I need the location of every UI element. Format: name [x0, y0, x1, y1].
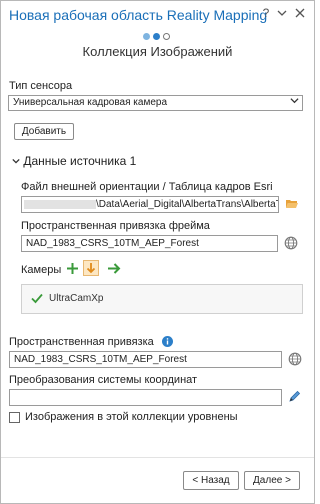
frame-spatial-ref-label: Пространственная привязка фрейма — [21, 220, 210, 232]
globe-icon[interactable] — [284, 236, 298, 253]
step-indicator — [143, 33, 170, 40]
step-dot-2 — [153, 33, 160, 40]
source-section-title: Данные источника 1 — [23, 154, 137, 168]
globe-icon[interactable] — [288, 352, 302, 369]
step-title: Коллекция Изображений — [82, 44, 233, 59]
leveled-checkbox[interactable] — [9, 411, 20, 423]
dialog-window: Новая рабочая область Reality Mapping ? … — [0, 0, 315, 504]
sensor-type-label: Тип сенсора — [9, 80, 73, 92]
redacted-path-segment — [24, 199, 96, 209]
pencil-icon[interactable] — [288, 390, 301, 406]
orientation-file-value: \Data\Aerial_Digital\AlbertaTrans\Albert… — [96, 199, 279, 210]
chevron-down-icon — [290, 96, 299, 108]
help-button[interactable]: ? — [259, 6, 273, 20]
spatial-ref-label: Пространственная привязка — [9, 336, 173, 350]
cameras-label: Камеры — [21, 264, 62, 276]
arrow-right-icon[interactable] — [107, 262, 121, 278]
camera-item[interactable]: UltraCamXp — [49, 293, 103, 304]
back-button[interactable]: < Назад — [183, 471, 239, 490]
folder-open-icon[interactable] — [285, 197, 299, 213]
orientation-file-label: Файл внешней ориентации / Таблица кадров… — [21, 181, 273, 193]
add-camera-icon[interactable] — [66, 262, 79, 278]
checkmark-icon — [31, 293, 43, 307]
window-title: Новая рабочая область Reality Mapping — [9, 7, 268, 23]
next-button[interactable]: Далее > — [244, 471, 300, 490]
step-dot-1 — [143, 33, 150, 40]
step-dot-3 — [163, 33, 170, 40]
sensor-type-value: Универсальная кадровая камера — [13, 97, 168, 108]
sensor-type-select[interactable]: Универсальная кадровая камера — [8, 95, 303, 111]
close-icon[interactable] — [293, 7, 307, 21]
footer-divider — [1, 457, 314, 458]
spatial-ref-label-text: Пространственная привязка — [9, 336, 154, 348]
camera-list: UltraCamXp — [21, 284, 303, 314]
leveled-checkbox-label: Изображения в этой коллекции уровнены — [25, 411, 238, 423]
source-section-header[interactable]: Данные источника 1 — [12, 154, 136, 168]
spatial-ref-input[interactable]: NAD_1983_CSRS_10TM_AEP_Forest — [9, 351, 282, 368]
chevron-down-icon — [12, 154, 20, 168]
transform-input[interactable] — [9, 389, 282, 406]
add-button[interactable]: Добавить — [14, 123, 74, 140]
chevron-down-icon[interactable] — [275, 7, 289, 21]
import-camera-icon[interactable] — [83, 260, 99, 276]
orientation-file-input[interactable]: \Data\Aerial_Digital\AlbertaTrans\Albert… — [21, 196, 279, 213]
frame-spatial-ref-input[interactable]: NAD_1983_CSRS_10TM_AEP_Forest — [21, 235, 278, 252]
transform-label: Преобразования системы координат — [9, 374, 198, 386]
info-icon[interactable] — [161, 336, 173, 350]
leveled-checkbox-row[interactable]: Изображения в этой коллекции уровнены — [9, 411, 238, 423]
